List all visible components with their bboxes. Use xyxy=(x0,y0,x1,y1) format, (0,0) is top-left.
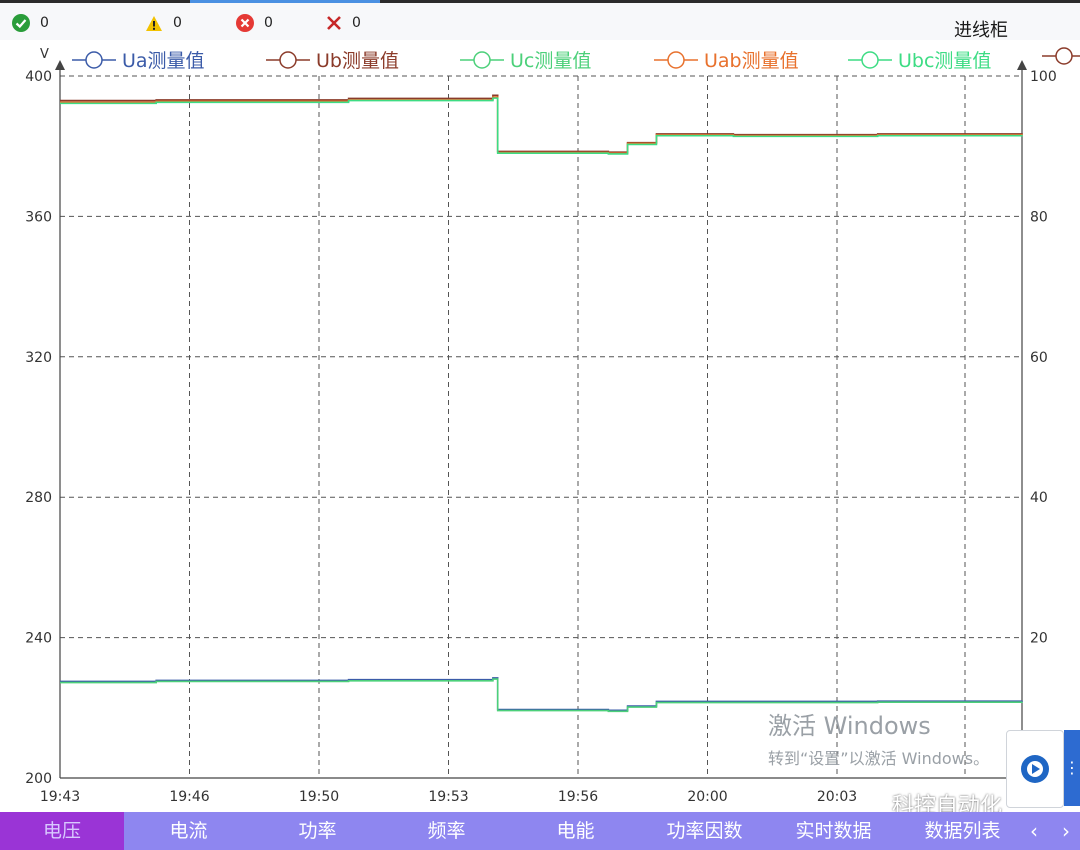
legend-label: Uab测量值 xyxy=(704,50,799,72)
y2-tick-label: 60 xyxy=(1030,350,1048,366)
tabs-next-button[interactable]: › xyxy=(1050,812,1080,850)
legend-item-overflow[interactable] xyxy=(1042,46,1080,66)
legend-item[interactable]: Ubc测量值 xyxy=(848,46,991,73)
y-tick-label: 200 xyxy=(25,771,52,787)
floating-assistant-button[interactable] xyxy=(1006,730,1064,808)
legend-marker-icon xyxy=(848,50,892,69)
legend-label: Ubc测量值 xyxy=(898,50,992,72)
fault-status[interactable]: 0 xyxy=(326,13,361,33)
error-circle-icon xyxy=(236,14,254,32)
bottom-tab-bar: 电压 电流 功率 频率 电能 功率因数 实时数据 数据列表 xyxy=(0,812,1080,850)
x-tick-label: 19:53 xyxy=(428,789,468,805)
windows-activation-watermark: 激活 Windows 转到“设置”以激活 Windows。 xyxy=(768,706,989,769)
x-tick-label: 19:56 xyxy=(558,789,598,805)
voltage-chart: 400360320280240200 10080604020 19:43 19:4… xyxy=(0,40,1080,812)
legend-marker-icon xyxy=(266,50,310,69)
ok-count: 0 xyxy=(40,15,49,31)
more-options-icon[interactable]: ⋮ xyxy=(1064,730,1080,806)
warning-count: 0 xyxy=(173,15,182,31)
legend-label: Uc测量值 xyxy=(510,50,592,72)
y-tick-label: 320 xyxy=(25,350,52,366)
tabs-prev-button[interactable]: ‹ xyxy=(1018,812,1050,850)
ok-status[interactable]: 0 xyxy=(12,13,49,33)
chart-legend: Ua测量值 Ub测量值 Uc测量值 Uab测量值 Ubc测量值 xyxy=(0,43,1080,73)
legend-item[interactable]: Uab测量值 xyxy=(654,46,799,73)
legend-marker-icon xyxy=(72,50,116,69)
assistant-icon xyxy=(1021,755,1049,783)
y2-tick-label: 40 xyxy=(1030,490,1048,506)
x-tick-label: 20:03 xyxy=(817,789,857,805)
y-tick-label: 360 xyxy=(25,209,52,225)
legend-item[interactable]: Ub测量值 xyxy=(266,46,399,73)
wechat-icon xyxy=(864,795,891,813)
legend-marker-icon xyxy=(460,50,504,69)
x-tick-label: 19:46 xyxy=(169,789,209,805)
watermark-line2: 转到“设置”以激活 Windows。 xyxy=(768,749,990,768)
tab-5[interactable]: 功率因数 xyxy=(640,812,769,850)
legend-marker-icon xyxy=(654,50,698,69)
cabinet-title: 进线柜 xyxy=(954,20,1008,41)
x-tick-label: 19:43 xyxy=(40,789,80,805)
legend-label: Ua测量值 xyxy=(122,50,205,72)
watermark-line1: 激活 Windows xyxy=(768,712,931,740)
y2-tick-label: 20 xyxy=(1030,631,1048,647)
legend-marker-icon xyxy=(1042,47,1080,65)
x-tick-label: 19:50 xyxy=(299,789,339,805)
warning-status[interactable]: 0 xyxy=(145,13,182,33)
legend-item[interactable]: Uc测量值 xyxy=(460,46,591,73)
tab-4[interactable]: 电能 xyxy=(511,812,640,850)
warning-icon xyxy=(146,15,162,31)
tab-1[interactable]: 电流 xyxy=(124,812,253,850)
legend-label: Ub测量值 xyxy=(316,50,399,72)
tab-0[interactable]: 电压 xyxy=(0,812,124,850)
error-status[interactable]: 0 xyxy=(236,13,273,33)
tab-7[interactable]: 数据列表 xyxy=(898,812,1027,850)
y-tick-label: 280 xyxy=(25,490,52,506)
y2-tick-label: 80 xyxy=(1030,209,1048,225)
cross-icon xyxy=(327,16,341,30)
y-tick-label: 240 xyxy=(25,631,52,647)
tab-2[interactable]: 功率 xyxy=(253,812,382,850)
legend-item[interactable]: Ua测量值 xyxy=(72,46,205,73)
tab-6[interactable]: 实时数据 xyxy=(769,812,898,850)
fault-count: 0 xyxy=(352,15,361,31)
x-tick-label: 20:00 xyxy=(687,789,727,805)
error-count: 0 xyxy=(264,15,273,31)
alarm-status-bar: 0 0 0 0 进线柜 xyxy=(0,3,1080,41)
tab-3[interactable]: 频率 xyxy=(382,812,511,850)
check-circle-icon xyxy=(12,14,30,32)
